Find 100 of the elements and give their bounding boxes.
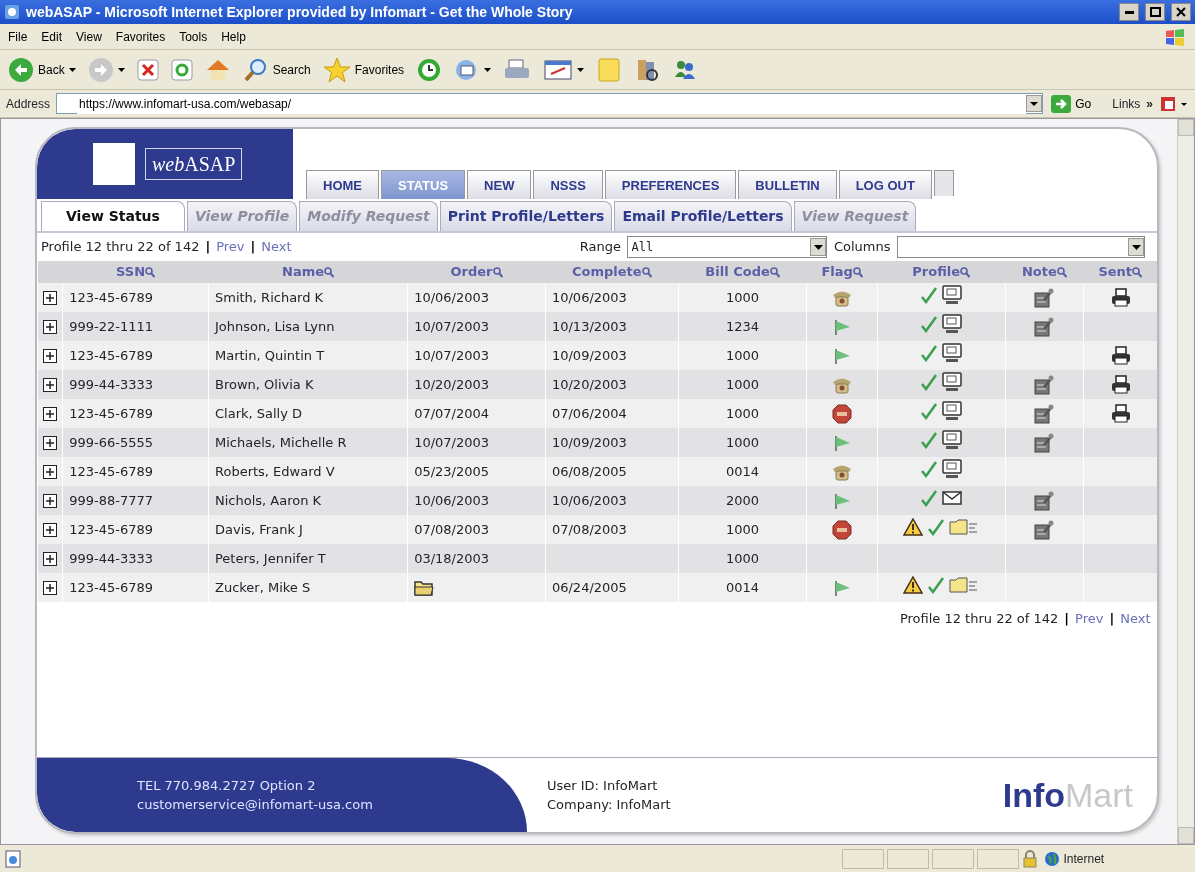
expand-icon[interactable] (43, 320, 58, 335)
close-button[interactable] (1171, 3, 1191, 21)
table-cell: 10/20/2003 (551, 376, 627, 392)
chevron-button[interactable]: » (1146, 94, 1153, 113)
logo-mark (93, 143, 135, 185)
search-icon[interactable] (492, 267, 503, 279)
stop-button[interactable] (134, 56, 161, 83)
pager-summary: Profile 12 thru 22 of 142 (41, 238, 200, 257)
separator: | (1064, 609, 1070, 628)
table-cell: Roberts, Edward V (215, 463, 335, 479)
expand-icon[interactable] (43, 407, 58, 422)
caret-icon (117, 67, 125, 72)
refresh-button[interactable] (168, 56, 195, 83)
expand-icon[interactable] (43, 291, 58, 306)
close-icon (1176, 7, 1186, 17)
search-icon[interactable] (769, 267, 780, 279)
edit-icon (543, 57, 574, 82)
nav-tab[interactable]: NSSS (533, 169, 603, 199)
table-cell: 0014 (726, 463, 760, 479)
search-icon[interactable] (324, 267, 335, 279)
favorites-icon (322, 56, 351, 83)
nav-tab[interactable]: BULLETIN (738, 169, 837, 199)
menu-item[interactable]: Edit (41, 27, 63, 46)
status-pane (977, 848, 1019, 869)
next-link[interactable]: Next (1120, 608, 1151, 628)
toolbar-addon-icon[interactable] (1159, 94, 1189, 113)
windows-logo-icon (1163, 26, 1187, 47)
note-icon (596, 56, 623, 83)
separator: | (1109, 609, 1115, 628)
table-cell: 10/13/2003 (551, 318, 627, 334)
nav-tab[interactable]: LOG OUT (838, 169, 932, 199)
table-cell: Martin, Quintin T (215, 347, 325, 363)
nav-tab[interactable]: PREFERENCES (604, 169, 737, 199)
next-link[interactable]: Next (261, 237, 292, 257)
search-button[interactable]: Search (240, 54, 313, 85)
caret-icon (577, 67, 585, 72)
nav-tab[interactable]: HOME (306, 169, 379, 199)
table-cell: 1234 (726, 318, 760, 334)
table-cell: 123-45-6789 (69, 289, 153, 305)
expand-icon[interactable] (43, 378, 58, 393)
search-icon[interactable] (641, 267, 652, 279)
address-field[interactable]: https://www.infomart-usa.com/webasap/ (56, 93, 1044, 114)
sub-tab[interactable]: View Status (41, 201, 185, 231)
dropdown-icon[interactable] (1026, 95, 1043, 112)
forward-icon (87, 56, 114, 83)
sub-tab[interactable]: Email Profile/Letters (614, 201, 792, 231)
go-button[interactable]: Go (1049, 92, 1094, 115)
prev-link[interactable]: Prev (216, 237, 245, 257)
table-cell: Nichols, Aaron K (215, 492, 322, 508)
expand-icon[interactable] (43, 465, 58, 480)
prev-link[interactable]: Prev (1075, 608, 1104, 628)
nav-tab[interactable]: NEW (467, 169, 532, 199)
expand-icon[interactable] (43, 523, 58, 538)
maximize-button[interactable] (1145, 3, 1165, 21)
expand-icon[interactable] (43, 436, 58, 451)
table-cell: 1000 (726, 434, 760, 450)
search-icon[interactable] (1132, 267, 1143, 279)
table-cell: 10/09/2003 (551, 434, 627, 450)
menu-item[interactable]: View (76, 27, 102, 46)
favorites-button[interactable]: Favorites (320, 54, 407, 85)
tab-strip-end (933, 169, 954, 196)
range-label: Range (579, 238, 621, 257)
back-icon (8, 56, 34, 83)
caret-icon (484, 67, 492, 72)
user-id-text: User ID: InfoMart (547, 776, 659, 795)
table-cell: 10/09/2003 (551, 347, 627, 363)
status-pane (887, 848, 929, 869)
expand-icon[interactable] (43, 581, 58, 596)
minimize-button[interactable] (1119, 3, 1139, 21)
table-cell: 123-45-6789 (69, 521, 153, 537)
back-button[interactable]: Back (6, 54, 78, 85)
company-text: Company: InfoMart (547, 796, 672, 814)
search-icon[interactable] (145, 267, 156, 279)
column-header[interactable]: SSN (116, 264, 146, 280)
table-cell: 1000 (726, 550, 760, 566)
status-pane (842, 848, 884, 869)
table-cell: 999-22-1111 (69, 318, 153, 334)
expand-icon[interactable] (43, 552, 58, 567)
table-cell: 2000 (726, 492, 760, 508)
search-icon[interactable] (960, 267, 971, 279)
sub-tab[interactable]: Print Profile/Letters (439, 201, 613, 231)
table-cell: 1000 (726, 405, 760, 421)
expand-icon[interactable] (43, 494, 58, 509)
column-header[interactable]: Name (282, 264, 325, 280)
table-cell: 1000 (726, 347, 760, 363)
table-cell: 10/06/2003 (551, 492, 627, 508)
search-icon[interactable] (1056, 267, 1067, 279)
range-select[interactable]: All (627, 236, 828, 258)
caret-icon (68, 67, 76, 72)
expand-icon[interactable] (43, 349, 58, 364)
dropdown-icon[interactable] (813, 244, 823, 250)
menu-item[interactable]: Help (221, 27, 246, 46)
search-icon[interactable] (852, 267, 863, 279)
maximize-icon (1149, 7, 1161, 17)
menu-item[interactable]: Favorites (115, 27, 166, 46)
table-cell: 10/06/2003 (414, 492, 490, 508)
table-cell: Brown, Olivia K (215, 376, 314, 392)
dropdown-icon[interactable] (1131, 244, 1141, 250)
menu-item[interactable]: File (8, 27, 28, 46)
menu-item[interactable]: Tools (179, 27, 208, 46)
